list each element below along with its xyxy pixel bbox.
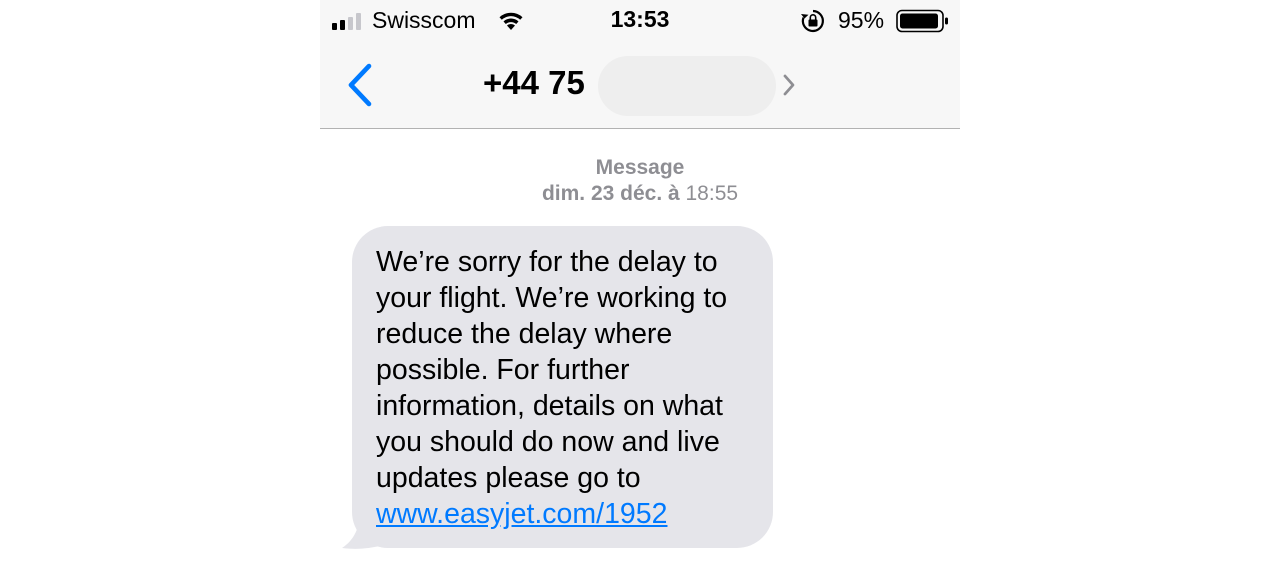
navigation-bar: +44 75 (320, 40, 960, 129)
message-service-label: Message (595, 156, 685, 179)
status-bar: Swisscom 13:53 95% (320, 0, 960, 40)
wifi-icon (499, 12, 523, 30)
message-timestamp: dim. 23 déc. à 18:55 (320, 182, 960, 206)
contact-title[interactable]: +44 75 (483, 64, 585, 102)
signal-icon (332, 13, 361, 30)
message-time: 18:55 (679, 182, 739, 205)
battery-icon (896, 9, 948, 33)
message-date: dim. 23 déc. à (541, 182, 680, 205)
back-chevron-icon[interactable] (342, 62, 378, 108)
battery-percentage: 95% (838, 7, 885, 33)
message-text: We’re sorry for the delay to your flight… (376, 244, 766, 532)
redacted-number (598, 56, 776, 116)
message-body: We’re sorry for the delay to your flight… (376, 246, 728, 494)
contact-detail-chevron-icon[interactable] (780, 72, 798, 98)
carrier-name: Swisscom (372, 7, 476, 33)
message-link[interactable]: www.easyjet.com/1952 (376, 498, 667, 530)
messages-screen: Swisscom 13:53 95% +44 75 Message dim. 2… (320, 0, 960, 576)
rotation-lock-icon (801, 9, 824, 33)
